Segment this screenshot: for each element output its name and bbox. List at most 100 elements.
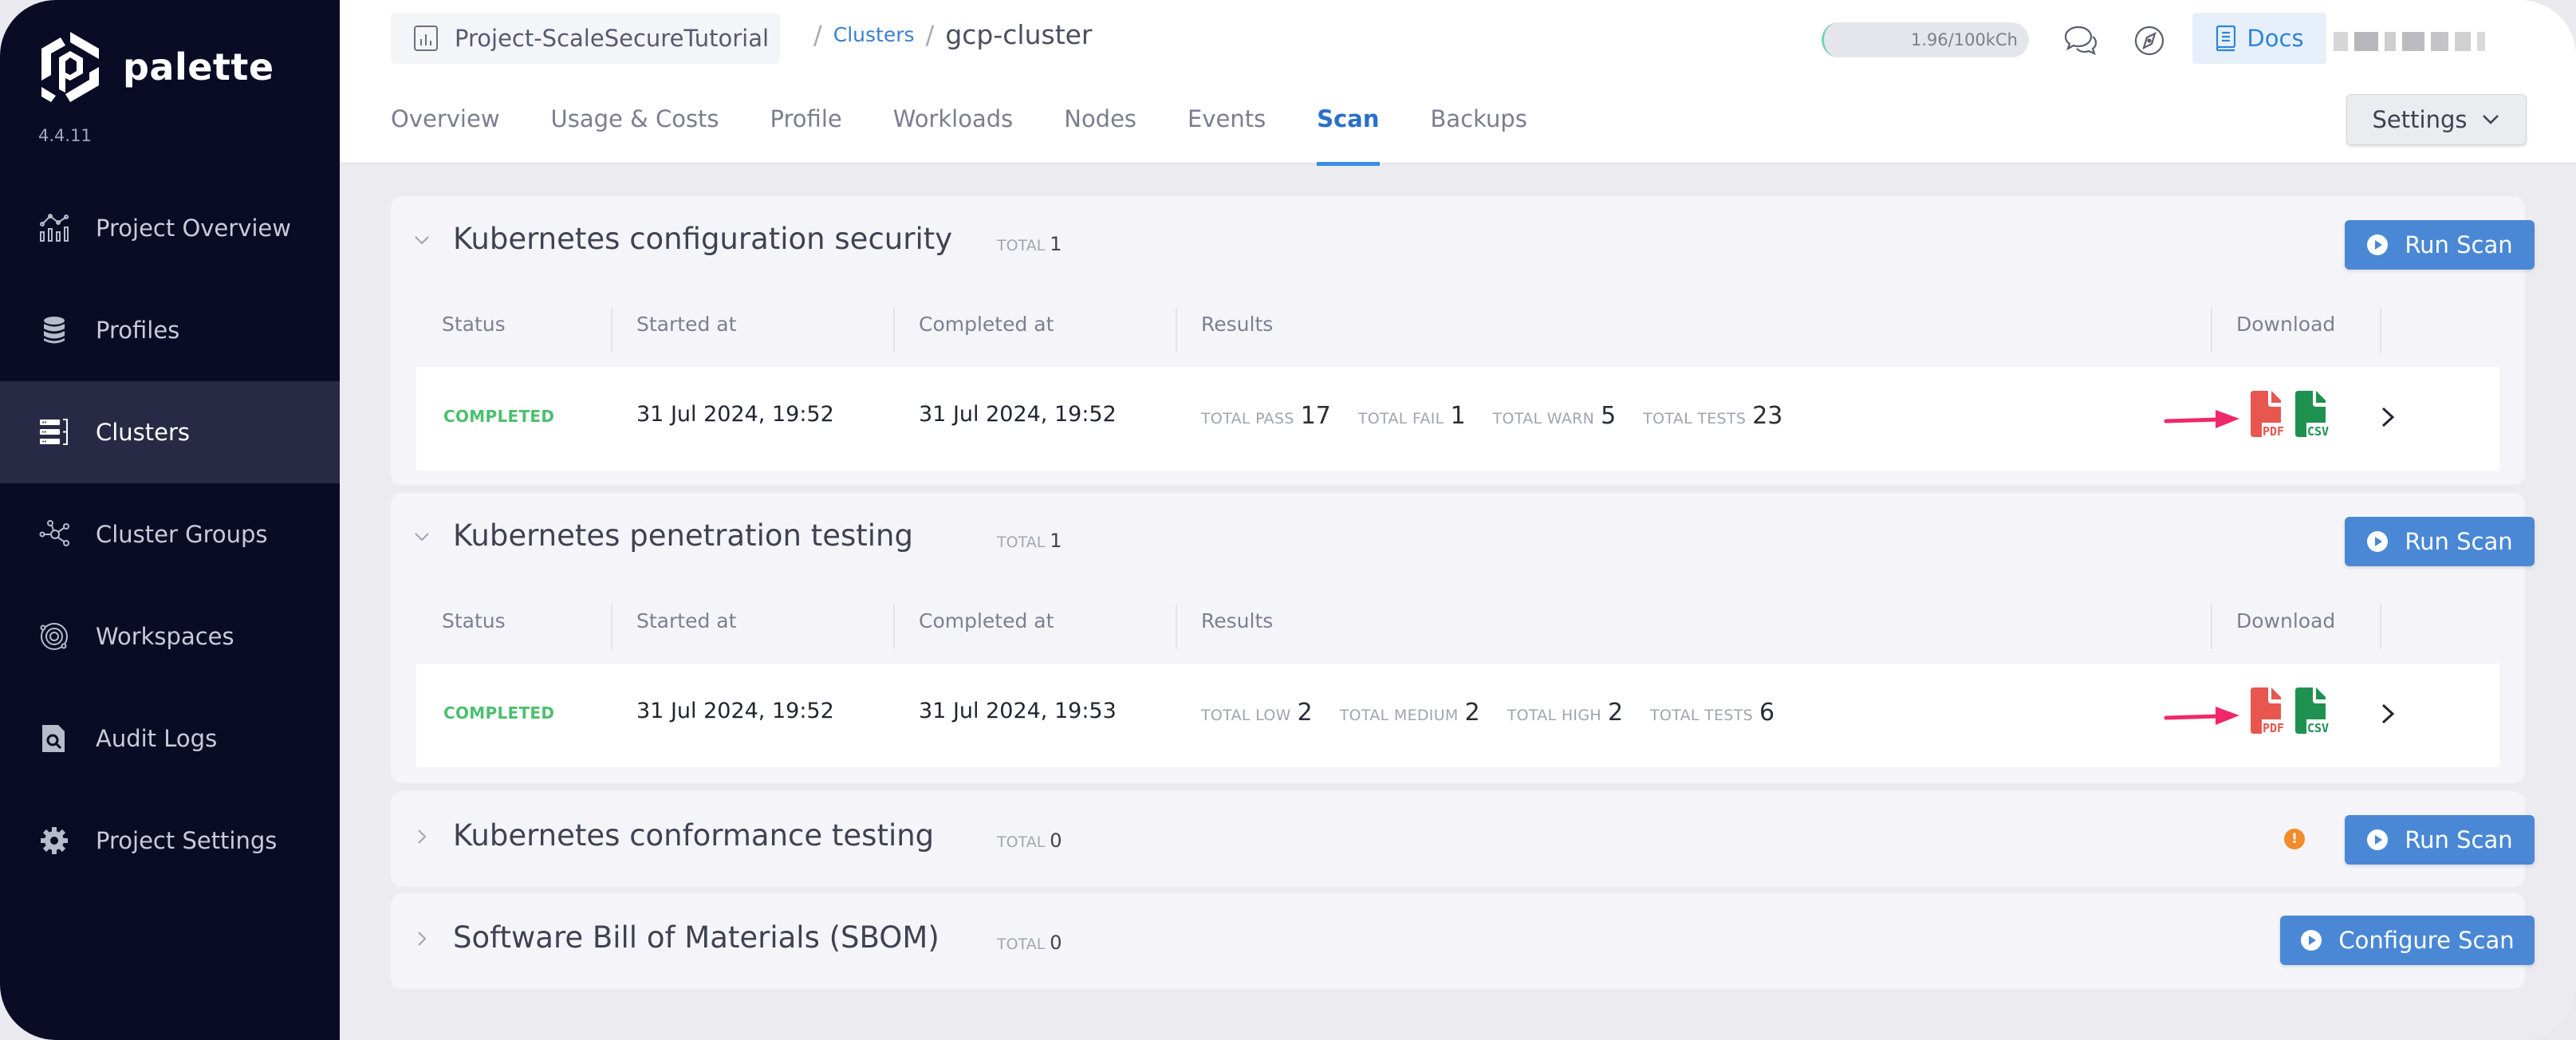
card-header[interactable]: Kubernetes penetration testing TOTAL 1 R… — [391, 493, 2535, 585]
warning-icon[interactable]: ! — [2284, 829, 2305, 849]
sidebar: palette 4.4.11 Project Overview Profiles — [0, 0, 340, 1040]
sidebar-item-project-overview[interactable]: Project Overview — [0, 177, 340, 279]
scan-card-penetration-testing: Kubernetes penetration testing TOTAL 1 R… — [391, 493, 2535, 783]
sidebar-item-workspaces[interactable]: Workspaces — [0, 585, 340, 687]
total-value: 0 — [1050, 829, 1062, 852]
compass-icon[interactable] — [2129, 21, 2169, 61]
run-scan-button[interactable]: Run Scan — [2345, 517, 2535, 566]
chevron-right-icon[interactable] — [413, 930, 431, 947]
card-total: TOTAL 1 — [997, 530, 1062, 552]
status-badge: COMPLETED — [443, 407, 555, 426]
button-label: Run Scan — [2405, 231, 2513, 258]
annotation-arrow-icon — [2164, 410, 2239, 428]
card-title: Software Bill of Materials (SBOM) — [453, 920, 939, 955]
database-stack-icon — [38, 314, 70, 346]
scan-card-sbom: Software Bill of Materials (SBOM) TOTAL … — [391, 893, 2535, 989]
card-total: TOTAL 0 — [997, 932, 1062, 954]
breadcrumb: / Clusters / gcp-cluster — [802, 19, 1093, 50]
column-divider — [2211, 605, 2212, 649]
column-divider — [1176, 308, 1177, 353]
run-scan-button[interactable]: Run Scan — [2345, 220, 2535, 270]
result-low: TOTAL LOW 2 — [1201, 699, 1313, 727]
card-title: Kubernetes conformance testing — [453, 818, 935, 853]
chevron-right-icon[interactable] — [413, 828, 431, 845]
tab-profile[interactable]: Profile — [770, 88, 842, 164]
chevron-down-icon[interactable] — [413, 231, 431, 249]
column-divider — [1176, 605, 1177, 649]
card-total: TOTAL 1 — [997, 233, 1062, 255]
project-selector[interactable]: Project-ScaleSecureTutorial — [391, 13, 780, 64]
card-header[interactable]: Kubernetes conformance testing TOTAL 0 !… — [391, 791, 2535, 887]
table-header: Status Started at Completed at Results D… — [416, 585, 2499, 664]
column-completed: Completed at — [919, 609, 1054, 632]
svg-text:PDF: PDF — [2263, 721, 2284, 734]
settings-dropdown-button[interactable]: Settings — [2346, 94, 2527, 145]
chevron-down-icon[interactable] — [413, 528, 431, 546]
total-value: 0 — [1050, 932, 1062, 954]
sidebar-item-cluster-groups[interactable]: Cluster Groups — [0, 483, 340, 585]
total-label: TOTAL — [997, 534, 1046, 551]
sidebar-item-label: Cluster Groups — [96, 521, 268, 548]
tab-events[interactable]: Events — [1188, 88, 1266, 164]
table-header: Status Started at Completed at Results D… — [416, 289, 2499, 367]
play-circle-icon — [2367, 234, 2389, 255]
result-high: TOTAL HIGH 2 — [1507, 699, 1624, 727]
chat-icon[interactable] — [2061, 21, 2101, 61]
chevron-right-icon[interactable] — [2378, 405, 2397, 429]
column-download: Download — [2236, 313, 2336, 336]
card-header[interactable]: Software Bill of Materials (SBOM) TOTAL … — [391, 893, 2535, 989]
sidebar-item-label: Project Overview — [96, 215, 291, 242]
sidebar-item-profiles[interactable]: Profiles — [0, 279, 340, 381]
run-scan-button[interactable]: Run Scan — [2345, 815, 2535, 865]
sidebar-item-audit-logs[interactable]: Audit Logs — [0, 687, 340, 790]
results-summary: TOTAL PASS 17 TOTAL FAIL 1 TOTAL WARN 5 TOT… — [1201, 402, 1810, 430]
svg-text:CSV: CSV — [2307, 721, 2329, 734]
server-rack-icon — [38, 416, 70, 448]
tab-nodes[interactable]: Nodes — [1064, 88, 1136, 164]
pdf-download-icon[interactable]: PDF — [2247, 687, 2289, 734]
csv-download-icon[interactable]: CSV — [2292, 391, 2334, 437]
total-value: 1 — [1050, 530, 1062, 552]
orbit-icon — [38, 620, 70, 652]
table-row[interactable]: COMPLETED 31 Jul 2024, 19:52 31 Jul 2024… — [416, 367, 2499, 471]
result-fail: TOTAL FAIL 1 — [1357, 402, 1466, 430]
column-divider — [611, 308, 612, 353]
tab-workloads[interactable]: Workloads — [893, 88, 1014, 164]
sidebar-item-project-settings[interactable]: Project Settings — [0, 790, 340, 892]
app-window: palette 4.4.11 Project Overview Profiles — [0, 0, 2576, 1040]
top-header: Project-ScaleSecureTutorial / Clusters /… — [340, 0, 2576, 166]
total-label: TOTAL — [997, 833, 1046, 851]
docs-label: Docs — [2247, 25, 2304, 52]
tab-scan[interactable]: Scan — [1317, 88, 1380, 166]
sidebar-item-label: Workspaces — [96, 623, 234, 650]
total-label: TOTAL — [997, 237, 1046, 254]
started-at: 31 Jul 2024, 19:52 — [636, 699, 834, 723]
csv-download-icon[interactable]: CSV — [2292, 687, 2334, 734]
column-results: Results — [1201, 609, 1274, 632]
palette-logo-icon — [41, 32, 99, 102]
usage-meter: 1.96/100kCh — [1822, 22, 2029, 57]
table-row[interactable]: COMPLETED 31 Jul 2024, 19:52 31 Jul 2024… — [416, 664, 2499, 767]
breadcrumb-clusters-link[interactable]: Clusters — [833, 23, 915, 46]
result-pass: TOTAL PASS 17 — [1201, 402, 1331, 430]
annotation-arrow-icon — [2164, 707, 2239, 725]
project-chart-icon — [414, 26, 438, 51]
card-header[interactable]: Kubernetes configuration security TOTAL … — [391, 196, 2535, 289]
network-nodes-icon — [38, 518, 70, 550]
card-title: Kubernetes configuration security — [453, 222, 953, 256]
pdf-download-icon[interactable]: PDF — [2247, 391, 2289, 437]
card-total: TOTAL 0 — [997, 829, 1062, 852]
brand-logo[interactable]: palette — [37, 29, 274, 105]
sidebar-item-clusters[interactable]: Clusters — [0, 381, 340, 483]
chevron-right-icon[interactable] — [2378, 702, 2397, 726]
tab-overview[interactable]: Overview — [391, 88, 500, 164]
breadcrumb-current: gcp-cluster — [945, 19, 1093, 50]
user-menu[interactable] — [2334, 30, 2533, 53]
app-version: 4.4.11 — [38, 126, 92, 145]
docs-button[interactable]: Docs — [2192, 13, 2326, 64]
completed-at: 31 Jul 2024, 19:52 — [919, 402, 1117, 427]
tab-usage-costs[interactable]: Usage & Costs — [551, 88, 719, 164]
tab-backups[interactable]: Backups — [1431, 88, 1527, 164]
result-medium: TOTAL MEDIUM 2 — [1339, 699, 1480, 727]
configure-scan-button[interactable]: Configure Scan — [2280, 916, 2535, 965]
